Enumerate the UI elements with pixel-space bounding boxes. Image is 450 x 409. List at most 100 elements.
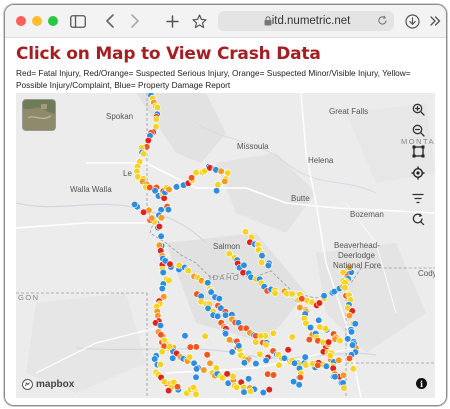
crash-point[interactable] [252,338,260,346]
crash-point[interactable] [222,330,230,338]
crash-point[interactable] [160,378,168,386]
crash-point[interactable] [200,366,208,374]
crash-point[interactable] [269,371,278,379]
crash-point[interactable] [217,167,225,175]
crash-point[interactable] [225,336,234,344]
crash-point[interactable] [172,183,181,191]
crash-point[interactable] [186,343,194,351]
crash-point[interactable] [158,348,166,356]
crash-point[interactable] [228,348,236,356]
crash-point[interactable] [351,320,359,328]
info-button[interactable]: i [416,378,427,389]
crash-point[interactable] [345,354,354,363]
crash-point[interactable] [331,373,339,381]
crash-point[interactable] [223,370,231,378]
crash-point[interactable] [321,325,330,333]
crash-point[interactable] [221,177,229,185]
filter-button[interactable] [407,188,429,209]
crash-point[interactable] [192,390,200,398]
crash-point[interactable] [305,336,313,344]
crash-point[interactable] [315,316,323,324]
crash-point[interactable] [284,346,292,354]
crash-point[interactable] [262,356,270,365]
crash-point[interactable] [201,332,209,340]
crash-point[interactable] [214,180,222,189]
address-bar[interactable]: itd.numetric.net [218,11,394,31]
crash-point[interactable] [139,208,148,216]
crash-point[interactable] [203,351,211,359]
crash-point[interactable] [165,185,173,194]
crash-point[interactable] [241,228,250,236]
crash-point[interactable] [344,335,352,343]
crash-point[interactable] [160,194,168,202]
crash-point[interactable] [258,258,266,267]
crash-point[interactable] [212,364,220,372]
crash-point[interactable] [173,383,182,391]
reload-icon[interactable] [377,15,388,26]
crash-point[interactable] [326,351,334,360]
crash-point[interactable] [240,388,248,396]
crash-point[interactable] [258,252,266,260]
crash-point[interactable] [159,268,167,277]
crash-point[interactable] [233,383,241,392]
minimize-window-button[interactable] [32,16,42,26]
crash-point[interactable] [193,365,201,373]
crash-point[interactable] [184,267,192,275]
zoom-window-button[interactable] [48,16,58,26]
crash-point[interactable] [224,169,232,177]
crash-point[interactable] [349,341,357,349]
crash-point[interactable] [157,214,165,222]
crash-point[interactable] [259,388,267,397]
crash-point[interactable] [269,329,277,337]
close-window-button[interactable] [16,16,26,26]
crash-point[interactable] [222,311,230,319]
crash-point[interactable] [240,261,248,269]
crash-point[interactable] [347,328,356,336]
crash-point[interactable] [336,337,344,345]
crash-point[interactable] [169,354,177,362]
crash-point[interactable] [192,373,200,381]
crash-point[interactable] [148,214,156,222]
locate-button[interactable] [407,162,429,183]
satellite-toggle[interactable] [22,99,56,131]
zoom-out-button[interactable] [407,120,429,141]
crash-point[interactable] [349,365,357,373]
crash-point[interactable] [341,284,349,292]
crash-point[interactable] [181,332,189,340]
crash-point[interactable] [206,359,214,367]
crash-point[interactable] [325,338,333,346]
crash-point[interactable] [340,384,348,392]
crash-point[interactable] [144,136,152,145]
crash-point[interactable] [186,353,194,361]
reset-view-button[interactable] [407,209,429,230]
box-select-button[interactable] [407,141,429,162]
crash-point[interactable] [245,375,253,383]
crash-point[interactable] [339,371,348,379]
crash-point[interactable] [262,341,270,349]
new-tab-button[interactable] [163,12,181,30]
crash-point[interactable] [306,323,315,332]
crash-point[interactable] [166,343,174,351]
crash-point[interactable] [165,387,173,395]
crash-point[interactable] [213,187,221,195]
crash-point[interactable] [153,103,162,112]
crash-point[interactable] [214,312,222,320]
mapbox-attribution[interactable]: mapbox [22,379,74,390]
crash-point[interactable] [246,387,254,395]
crash-point[interactable] [320,292,328,300]
crash-point[interactable] [156,321,165,330]
crash-point[interactable] [166,260,174,268]
crash-point[interactable] [130,200,139,209]
more-button[interactable] [426,12,444,30]
crash-point[interactable] [164,205,172,214]
crash-point[interactable] [240,359,248,367]
zoom-in-button[interactable] [407,99,429,120]
crash-point[interactable] [140,150,148,158]
crash-point[interactable] [302,361,310,369]
crash-point[interactable] [314,361,322,369]
crash-point[interactable] [215,295,223,303]
crash-point[interactable] [288,333,296,341]
crash-point[interactable] [296,373,304,382]
crash-point[interactable] [252,360,260,368]
crash-point[interactable] [157,232,165,240]
